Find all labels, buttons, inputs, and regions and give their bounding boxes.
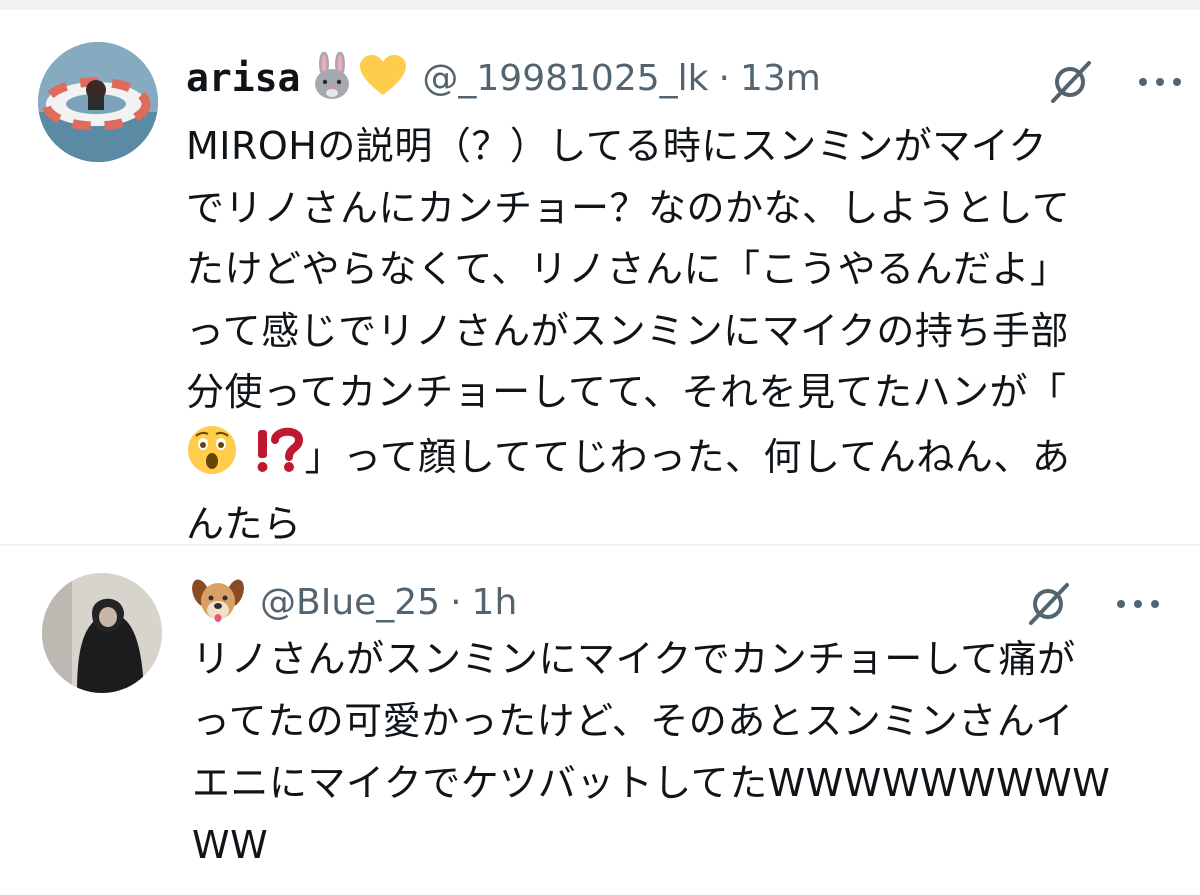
dog-face-icon	[192, 575, 244, 629]
text-line: って感じでリノさんがスンミンにマイクの持ち手部	[186, 308, 1069, 353]
tweet-actions	[1040, 54, 1190, 110]
text-line: 分使ってカンチョーしてて、それを見てたハンが「	[186, 370, 1067, 414]
separator-dot: ·	[450, 581, 462, 623]
astonished-face-icon	[186, 424, 238, 495]
avatar[interactable]	[38, 42, 158, 162]
grok-button[interactable]	[1018, 576, 1078, 632]
exclamation-question-mark-icon	[253, 424, 305, 495]
grok-icon	[1029, 583, 1069, 625]
yellow-heart-icon	[360, 55, 407, 101]
text-line-with-emoji: 」って顔しててじわった、何してんねん、あ	[186, 424, 1186, 495]
more-options-button[interactable]	[1130, 54, 1190, 110]
text-line-rest: 」って顔しててじわった、何してんねん、あ	[304, 434, 1071, 479]
tweet-text: リノさんがスンミンにマイクでカンチョーして痛が ってたの可愛かったけど、そのあと…	[192, 628, 1172, 876]
text-line: ってたの可愛かったけど、そのあとスンミンさんイ	[192, 699, 1074, 743]
tweet[interactable]: arisa @_19981025_lk · 13m MIROHの説明（？）してる…	[0, 0, 1200, 546]
tweet-text: MIROHの説明（？）してる時にスンミンがマイク でリノさんにカンチョー？なのか…	[186, 116, 1186, 556]
text-line: エニにマイクでケツバットしてたWWWWWWWWW	[192, 761, 1111, 805]
avatar[interactable]	[42, 573, 162, 693]
display-name[interactable]: arisa	[186, 56, 300, 100]
user-handle[interactable]: @BIue_25	[260, 582, 440, 623]
text-line: リノさんがスンミンにマイクでカンチョーして痛が	[192, 637, 1076, 681]
rabbit-face-icon	[310, 51, 354, 104]
grok-button[interactable]	[1040, 54, 1100, 110]
tweet-header: @BIue_25 · 1h	[192, 572, 517, 632]
text-line: WW	[192, 823, 269, 867]
text-line: たけどやらなくて、リノさんに「こうやるんだよ」	[186, 247, 1069, 291]
grok-icon	[1051, 61, 1091, 103]
user-handle[interactable]: @_19981025_lk	[422, 58, 708, 99]
tweet-header: arisa @_19981025_lk · 13m	[186, 48, 821, 108]
timestamp[interactable]: 1h	[472, 582, 518, 623]
text-line: でリノさんにカンチョー？なのかな、しようとして	[186, 185, 1071, 230]
tweet-actions	[1018, 576, 1168, 632]
timestamp[interactable]: 13m	[740, 58, 821, 99]
separator-dot: ·	[718, 57, 730, 99]
more-icon	[1139, 78, 1181, 86]
more-icon	[1117, 600, 1159, 608]
text-line: MIROHの説明（？）してる時にスンミンがマイク	[186, 124, 1047, 168]
more-options-button[interactable]	[1108, 576, 1168, 632]
